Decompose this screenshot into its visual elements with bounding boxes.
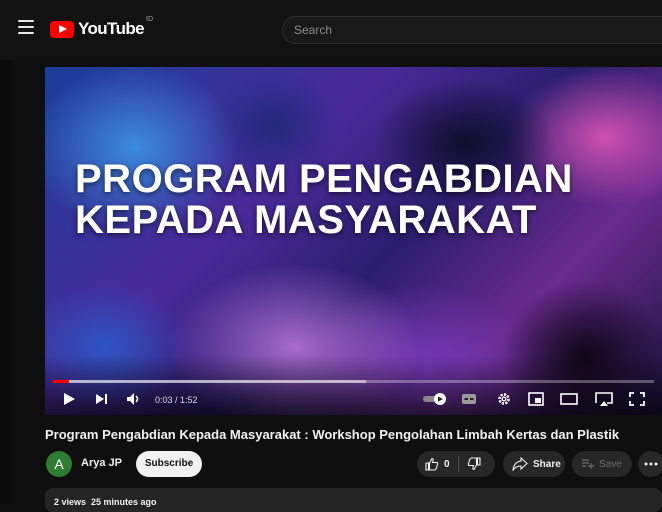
- video-title: Program Pengabdian Kepada Masyarakat : W…: [45, 427, 620, 442]
- save-button: Save: [572, 451, 632, 477]
- more-icon: [644, 462, 658, 466]
- fullscreen-icon: [629, 392, 645, 406]
- search-placeholder: Search: [294, 23, 333, 37]
- like-dislike-group: 0: [417, 451, 495, 477]
- overlay-title-line: PROGRAM PENGABDIAN: [75, 157, 573, 201]
- miniplayer-icon: [528, 392, 544, 406]
- next-icon: [96, 394, 107, 404]
- share-label: Share: [533, 458, 561, 470]
- dislike-icon: [467, 457, 481, 471]
- theater-icon: [560, 393, 578, 405]
- volume-button[interactable]: [126, 389, 142, 409]
- logo-text: YouTube: [78, 19, 145, 38]
- left-edge: [0, 60, 12, 504]
- like-button[interactable]: 0: [417, 457, 450, 471]
- fullscreen-button[interactable]: [629, 389, 645, 409]
- search-input[interactable]: Search: [282, 16, 662, 44]
- next-button[interactable]: [94, 389, 108, 409]
- subtitles-button[interactable]: [461, 389, 477, 409]
- time-display: 0:03 / 1:52: [155, 395, 198, 405]
- more-actions-button[interactable]: [638, 451, 662, 477]
- top-bar: YouTube ID Search: [0, 0, 662, 60]
- video-player[interactable]: PROGRAM PENGABDIAN KEPADA MASYARAKAT 0:0…: [45, 67, 662, 415]
- progress-played: [53, 380, 70, 383]
- menu-icon[interactable]: [18, 20, 34, 34]
- like-count: 0: [444, 458, 450, 470]
- share-button[interactable]: Share: [503, 451, 565, 477]
- overlay-title-line: KEPADA MASYARAKAT: [75, 198, 537, 242]
- autoplay-toggle-icon: [423, 393, 446, 405]
- volume-icon: [127, 393, 139, 405]
- youtube-logo[interactable]: YouTube ID: [50, 16, 153, 39]
- youtube-logo-icon: [50, 20, 74, 38]
- channel-name[interactable]: Arya JP: [81, 457, 122, 469]
- subscribe-button[interactable]: Subscribe: [136, 451, 202, 477]
- play-button[interactable]: [62, 389, 76, 409]
- save-label: Save: [599, 458, 622, 470]
- progress-bar[interactable]: [53, 380, 654, 383]
- avatar[interactable]: A: [46, 451, 72, 477]
- subtitles-icon: [462, 394, 476, 404]
- video-overlay-title: PROGRAM PENGABDIAN KEPADA MASYARAKAT: [75, 159, 573, 241]
- save-icon: [582, 459, 594, 469]
- theater-button[interactable]: [560, 389, 578, 409]
- play-icon: [64, 393, 75, 405]
- like-icon: [425, 457, 439, 471]
- region-code: ID: [146, 16, 153, 23]
- description-box[interactable]: 2 views 25 minutes ago: [45, 488, 662, 512]
- miniplayer-button[interactable]: [528, 389, 544, 409]
- dislike-button[interactable]: [459, 457, 481, 471]
- settings-icon: [498, 393, 510, 405]
- progress-buffered: [53, 380, 366, 383]
- share-icon: [512, 457, 528, 471]
- cast-icon: [595, 392, 613, 406]
- view-count-and-date: 2 views 25 minutes ago: [54, 497, 157, 507]
- settings-button[interactable]: [496, 389, 512, 409]
- cast-button[interactable]: [595, 389, 613, 409]
- autoplay-toggle[interactable]: [423, 389, 447, 409]
